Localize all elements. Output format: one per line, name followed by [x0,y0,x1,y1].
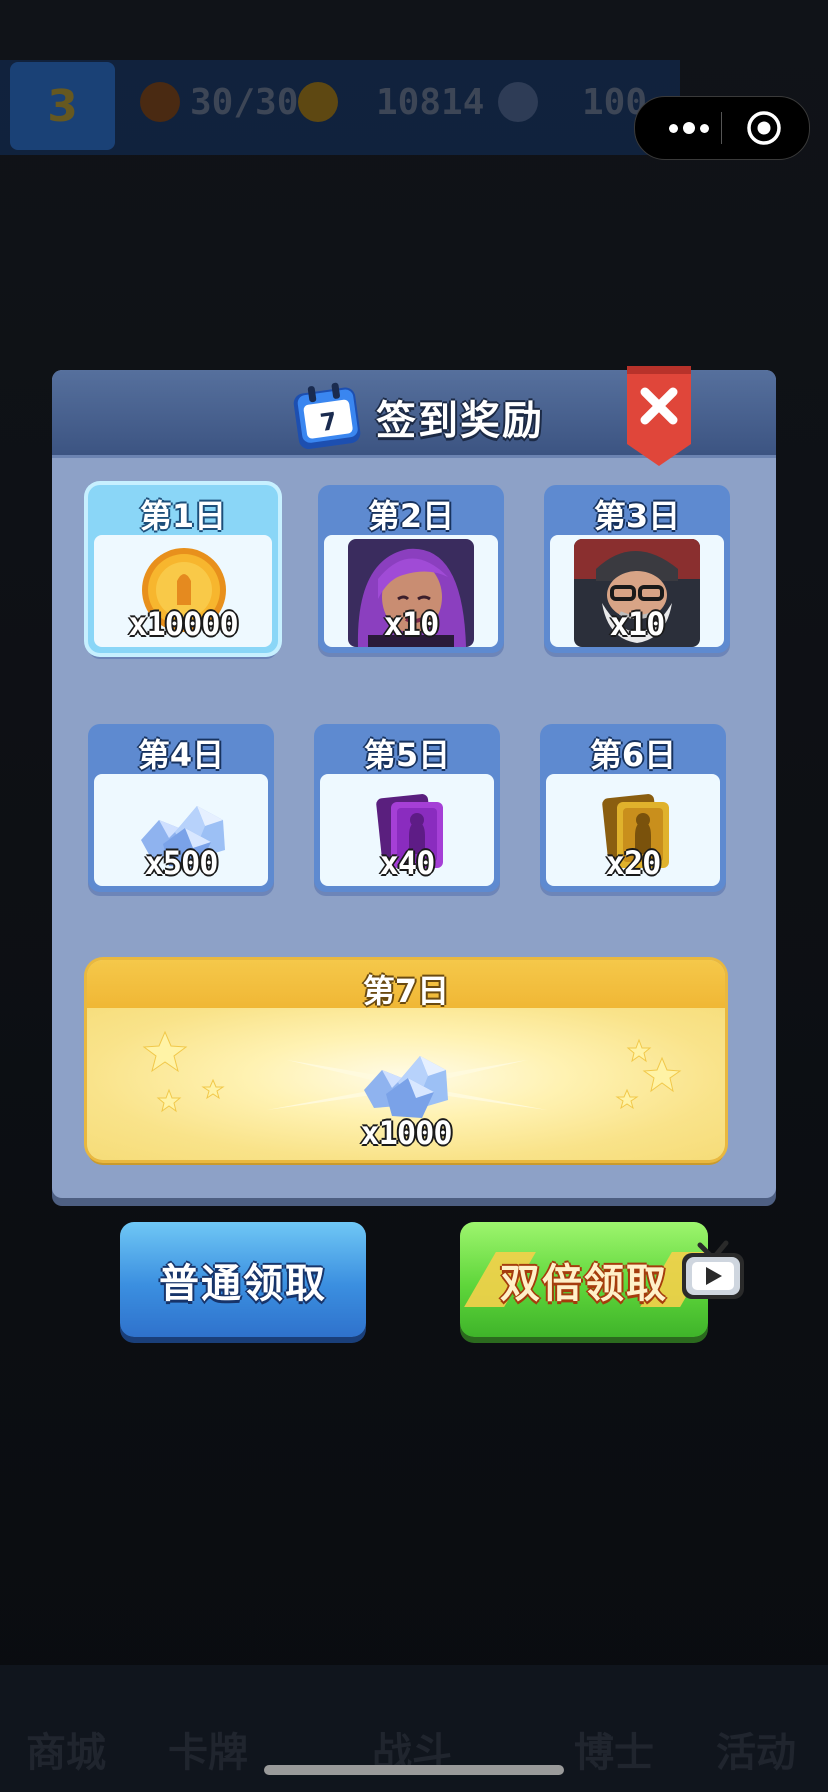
gems-icon [364,1056,448,1118]
miniprogram-capsule [634,96,810,160]
energy-icon [140,82,180,122]
reward-quantity: x500 [144,844,218,882]
calendar-icon: 7 [293,382,361,450]
gem-hud-icon [498,82,538,122]
close-button[interactable] [627,366,691,466]
reward-card-day5[interactable]: 第5日 x40 [314,724,500,892]
coins-value: 10814 [376,82,485,123]
signin-reward-modal: 7 签到奖励 第1日 x10000 第2日 x10 第3日 x10 第4日 x5… [52,366,776,1198]
player-level: 3 [47,80,78,132]
capsule-divider [721,112,722,144]
normal-claim-label: 普通领取 [159,1260,327,1307]
energy-value: 30/30 [190,82,299,123]
reward-card-day2[interactable]: 第2日 x10 [318,485,504,653]
tab-cards[interactable]: 卡牌 [168,1720,248,1778]
modal-title: 签到奖励 [376,398,544,444]
more-menu-icon[interactable] [659,109,719,147]
reward-quantity: x10000 [128,605,239,643]
video-ad-icon [682,1240,744,1299]
reward-card-day3[interactable]: 第3日 x10 [544,485,730,653]
tab-events[interactable]: 活动 [716,1720,796,1778]
reward-quantity: x10 [609,605,666,643]
reward-day-label: 第1日 [139,497,227,535]
tab-shop[interactable]: 商城 [26,1720,106,1778]
reward-day-label: 第4日 [137,736,225,774]
reward-card-day7[interactable]: 第7日 x1000 [87,960,725,1160]
double-claim-label: 双倍领取 [500,1260,668,1307]
reward-day-label: 第2日 [367,497,455,535]
reward-day-label: 第6日 [589,736,677,774]
coin-hud-icon [298,82,338,122]
reward-card-day1[interactable]: 第1日 x10000 [88,485,278,653]
reward-day-label: 第3日 [593,497,681,535]
normal-claim-button[interactable]: 普通领取 [120,1222,366,1337]
close-miniprogram-icon[interactable] [745,109,783,147]
reward-card-day6[interactable]: 第6日 x20 [540,724,726,892]
reward-quantity: x20 [605,844,662,882]
player-level-badge: 3 [10,62,115,150]
reward-quantity: x1000 [360,1114,452,1152]
double-claim-button[interactable]: 双倍领取 [460,1222,708,1337]
reward-quantity: x10 [383,605,440,643]
reward-quantity: x40 [379,844,436,882]
tab-doctor[interactable]: 博士 [574,1720,654,1778]
home-indicator [264,1765,564,1775]
reward-card-day4[interactable]: 第4日 x500 [88,724,274,892]
reward-day-label: 第5日 [363,736,451,774]
